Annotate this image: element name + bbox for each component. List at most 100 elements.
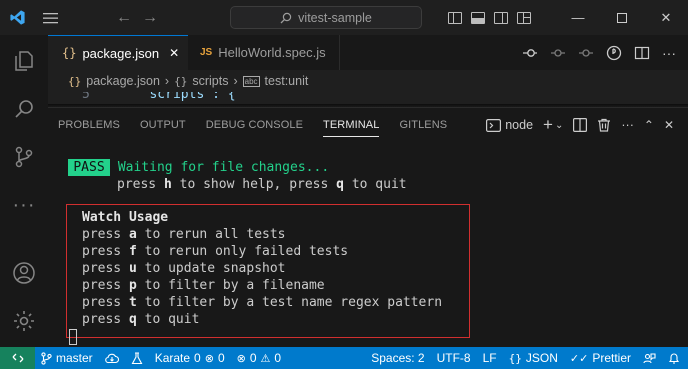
tab-gitlens[interactable]: GITLENS — [389, 108, 457, 142]
customize-layout-icon[interactable] — [517, 11, 531, 24]
check-double-icon: ✓✓ — [569, 352, 589, 365]
encoding-indicator[interactable]: UTF-8 — [431, 347, 477, 369]
close-panel-icon[interactable]: ✕ — [664, 118, 674, 132]
explorer-icon[interactable] — [0, 37, 48, 85]
watch-line: press p to filter by a filename — [82, 278, 325, 293]
json-file-icon: {} — [62, 46, 77, 60]
toggle-secondary-sidebar-icon[interactable] — [494, 11, 508, 24]
watch-line: press f to rerun only failed tests — [82, 244, 349, 259]
problems-indicator[interactable]: ⊗ 0 ⚠ 0 — [231, 347, 287, 369]
tab-problems[interactable]: PROBLEMS — [48, 108, 130, 142]
source-control-icon[interactable] — [0, 133, 48, 181]
tab-helloworld-spec[interactable]: JS HelloWorld.spec.js — [188, 35, 340, 70]
string-icon: abc — [242, 75, 260, 87]
feedback-icon[interactable] — [637, 347, 662, 369]
breadcrumb-item[interactable]: scripts — [192, 74, 228, 88]
toggle-panel-icon[interactable] — [471, 11, 485, 24]
watch-usage-title: Watch Usage — [82, 210, 169, 225]
object-icon: {} — [174, 74, 188, 88]
breadcrumb-separator: › — [164, 74, 170, 88]
git-branch-icon — [41, 351, 52, 365]
tab-label: HelloWorld.spec.js — [218, 45, 326, 60]
tab-label: package.json — [82, 45, 160, 61]
branch-name: master — [56, 351, 93, 365]
new-terminal-icon[interactable]: + — [543, 115, 553, 135]
timeline-icon[interactable] — [606, 45, 622, 61]
language-mode[interactable]: {} JSON — [503, 347, 564, 369]
previous-change-icon[interactable] — [550, 45, 566, 61]
search-icon — [280, 12, 292, 23]
split-terminal-icon[interactable] — [573, 118, 588, 132]
karate-label: Karate — [154, 351, 191, 365]
watch-line: press t to filter by a test name regex p… — [82, 295, 443, 310]
menu-icon[interactable] — [35, 0, 65, 35]
watch-line: press u to update snapshot — [82, 261, 286, 276]
terminal-name: node — [505, 118, 534, 132]
activity-bar: ··· — [0, 35, 48, 347]
prettier-label: Prettier — [592, 351, 631, 365]
chevron-down-icon[interactable]: ⌄ — [555, 120, 563, 131]
indentation-indicator[interactable]: Spaces: 2 — [365, 347, 430, 369]
command-center-text: vitest-sample — [298, 10, 372, 25]
notifications-icon[interactable] — [662, 347, 688, 369]
split-editor-icon[interactable] — [634, 45, 650, 61]
toggle-primary-sidebar-icon[interactable] — [448, 11, 462, 24]
open-changes-icon[interactable] — [522, 45, 538, 61]
breadcrumb-item[interactable]: test:unit — [265, 74, 309, 88]
line-number: 5 — [82, 92, 90, 102]
editor-tab-bar: {} package.json ✕ JS HelloWorld.spec.js … — [48, 35, 688, 70]
breadcrumb-item[interactable]: package.json — [86, 74, 160, 88]
tab-terminal[interactable]: TERMINAL — [313, 108, 389, 142]
more-actions-icon[interactable]: ··· — [662, 45, 676, 61]
back-arrow-icon[interactable]: ← — [111, 0, 137, 35]
tab-package-json[interactable]: {} package.json ✕ — [48, 35, 188, 70]
terminal-cursor — [69, 329, 77, 345]
terminal-selector[interactable]: node — [486, 118, 533, 132]
fail-count: 0 — [217, 351, 225, 365]
branch-indicator[interactable]: master — [35, 347, 99, 369]
maximize-panel-icon[interactable]: ⌃ — [644, 118, 654, 132]
remote-indicator-icon[interactable] — [0, 347, 35, 369]
prettier-status[interactable]: ✓✓ Prettier — [564, 347, 637, 369]
eol-indicator[interactable]: LF — [477, 347, 503, 369]
test-explorer-icon[interactable] — [125, 347, 149, 369]
status-bar: master Karate 0 ⊗ 0 ⊗ 0 ⚠ 0 Spaces: 2 UT… — [0, 347, 688, 369]
pass-circle-icon: ⊗ — [204, 352, 214, 365]
waiting-line: Waiting for file changes... — [110, 160, 330, 175]
code-line: "scripts": { — [126, 92, 236, 102]
vscode-logo-icon[interactable] — [0, 0, 35, 35]
sync-icon[interactable] — [99, 347, 125, 369]
forward-arrow-icon[interactable]: → — [137, 0, 163, 35]
more-icon[interactable]: ··· — [0, 181, 48, 229]
watch-line: press q to quit — [82, 312, 200, 327]
terminal-output[interactable]: PASS Waiting for file changes... press h… — [48, 142, 688, 348]
trash-icon[interactable] — [597, 118, 611, 132]
braces-icon: {} — [508, 351, 522, 365]
bottom-panel: PROBLEMS OUTPUT DEBUG CONSOLE TERMINAL G… — [48, 107, 688, 347]
json-file-icon: {} — [68, 74, 82, 88]
tab-output[interactable]: OUTPUT — [130, 108, 196, 142]
js-file-icon: JS — [200, 47, 213, 58]
title-bar: ← → vitest-sample — ✕ — [0, 0, 688, 35]
tab-close-icon[interactable]: ✕ — [169, 46, 179, 60]
next-change-icon[interactable] — [578, 45, 594, 61]
account-icon[interactable] — [0, 249, 48, 297]
tab-debug-console[interactable]: DEBUG CONSOLE — [196, 108, 313, 142]
pass-count: 0 — [194, 351, 201, 365]
warning-icon: ⚠ — [260, 352, 271, 365]
terminal-icon — [486, 118, 502, 132]
breadcrumb-separator: › — [233, 74, 238, 88]
watch-line: press a to rerun all tests — [82, 227, 286, 242]
breadcrumb: {} package.json › {} scripts › abc test:… — [48, 70, 688, 92]
error-count: 0 — [249, 351, 257, 365]
close-icon[interactable]: ✕ — [644, 0, 688, 35]
minimize-icon[interactable]: — — [556, 0, 600, 35]
manage-icon[interactable] — [0, 297, 48, 345]
karate-status[interactable]: Karate 0 ⊗ 0 — [149, 347, 231, 369]
maximize-icon[interactable] — [600, 0, 644, 35]
search-icon[interactable] — [0, 85, 48, 133]
more-actions-icon[interactable]: ··· — [621, 118, 634, 132]
pass-badge: PASS — [68, 159, 110, 176]
command-center-search[interactable]: vitest-sample — [230, 6, 422, 29]
panel-tabs: PROBLEMS OUTPUT DEBUG CONSOLE TERMINAL G… — [48, 108, 457, 142]
